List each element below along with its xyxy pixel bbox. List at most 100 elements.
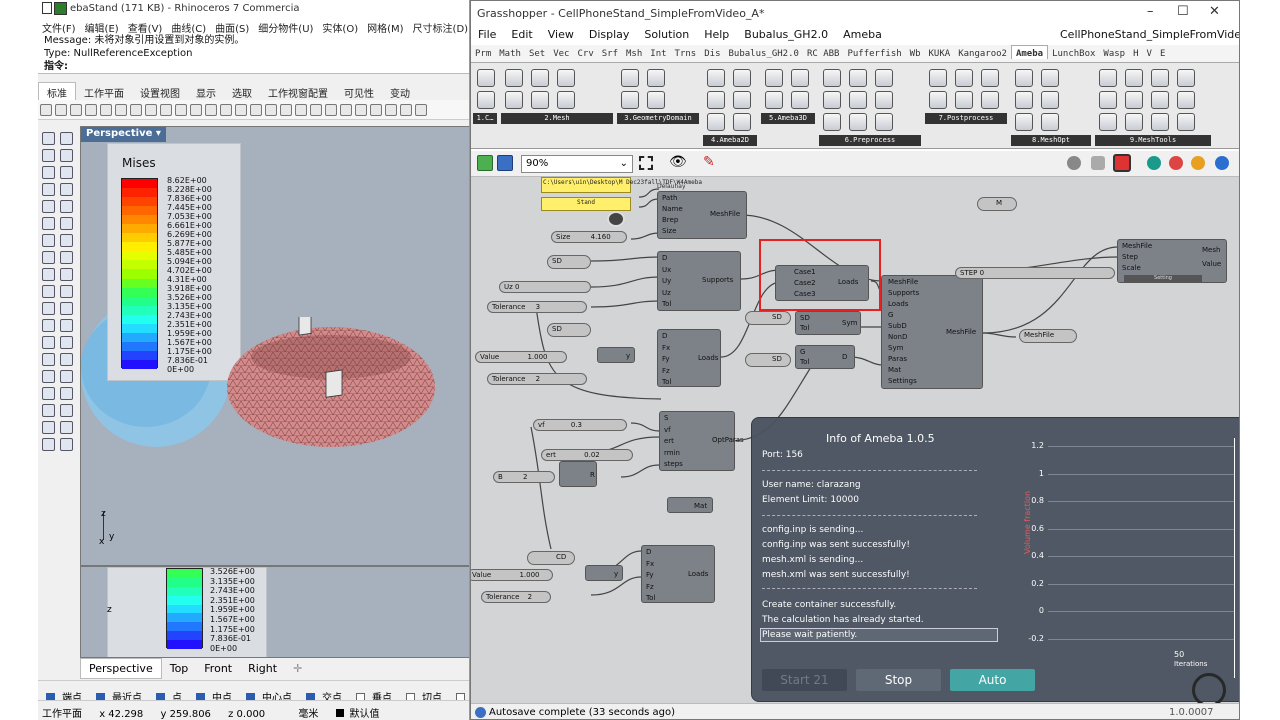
modeling-tool-icon[interactable] (42, 404, 55, 417)
display-icon[interactable] (1215, 156, 1229, 170)
ameba-tool-icon[interactable] (929, 91, 947, 109)
input-port[interactable]: Name (662, 205, 683, 213)
stop-button[interactable]: Stop (856, 669, 941, 691)
ameba-tool-icon[interactable] (823, 69, 841, 87)
input-port[interactable]: G (800, 348, 805, 356)
modeling-tool-icon[interactable] (60, 217, 73, 230)
minimize-icon[interactable]: – (1147, 4, 1154, 19)
ameba-tool-icon[interactable] (791, 69, 809, 87)
meshfile-node[interactable]: Path Name Brep Size MeshFile (657, 191, 747, 239)
ameba-tool-icon[interactable] (849, 113, 867, 131)
modeling-tool-icon[interactable] (60, 387, 73, 400)
tolerance-slider-1[interactable]: Tolerance 3 (487, 301, 587, 313)
ameba-tool-icon[interactable] (765, 91, 783, 109)
viewport-title[interactable]: Perspective ▾ (81, 127, 166, 142)
ameba-tool-icon[interactable] (955, 91, 973, 109)
modeling-tool-icon[interactable] (42, 319, 55, 332)
step-slider[interactable]: STEP 0 (955, 267, 1115, 279)
rhino-menu-item[interactable]: 细分物件(U) (258, 20, 313, 35)
toolbar-tool-icon[interactable] (385, 104, 397, 116)
input-port[interactable]: Mat (888, 366, 901, 374)
input-port[interactable]: D (662, 254, 667, 262)
open-file-icon[interactable] (477, 155, 493, 171)
toolbar-tab[interactable]: 标准 (38, 82, 76, 102)
modeling-tool-icon[interactable] (60, 336, 73, 349)
modeling-tool-icon[interactable] (42, 183, 55, 196)
ameba-tool-icon[interactable] (1151, 91, 1169, 109)
input-port[interactable]: Tol (800, 358, 809, 366)
render-icon[interactable] (1191, 156, 1205, 170)
setting-node[interactable]: MeshFile Step Scale Mesh Value Setting (1117, 239, 1227, 283)
modeling-tool-icon[interactable] (42, 200, 55, 213)
gh-tab[interactable]: Bubalus_GH2.0 (725, 46, 803, 59)
toolbar-tool-icon[interactable] (400, 104, 412, 116)
toolbar-tool-icon[interactable] (340, 104, 352, 116)
viewport-tab[interactable]: Perspective (80, 658, 162, 679)
maximize-icon[interactable]: ☐ (1177, 4, 1189, 19)
toolbar-tool-icon[interactable] (130, 104, 142, 116)
start-button[interactable]: Start 21 (762, 669, 847, 691)
ameba-tool-icon[interactable] (765, 69, 783, 87)
modeling-tool-icon[interactable] (60, 132, 73, 145)
ameba-tool-icon[interactable] (1177, 69, 1195, 87)
ameba-tool-icon[interactable] (823, 91, 841, 109)
input-port[interactable]: Fx (646, 560, 654, 568)
modeling-tool-icon[interactable] (60, 438, 73, 451)
ameba-tool-icon[interactable] (1041, 113, 1059, 131)
gh-tab[interactable]: Dis (700, 46, 724, 59)
rhino-menu-item[interactable]: 实体(O) (322, 20, 358, 35)
ameba-tool-icon[interactable] (505, 91, 523, 109)
command-prompt[interactable]: 指令: (44, 60, 464, 73)
toolbar-tool-icon[interactable] (100, 104, 112, 116)
modeling-tool-icon[interactable] (60, 268, 73, 281)
rhino-menu-item[interactable]: 曲线(C) (171, 20, 206, 35)
viewport-tab[interactable]: Top (162, 659, 197, 678)
input-port[interactable]: MeshFile (1122, 242, 1152, 250)
gh-tab[interactable]: Set (525, 46, 549, 59)
tolerance-slider-3[interactable]: Tolerance 2 (481, 591, 551, 603)
modeling-tool-icon[interactable] (60, 404, 73, 417)
wireframe-icon[interactable] (1091, 156, 1105, 170)
gh-menu-item[interactable]: Edit (511, 28, 532, 41)
ameba-tool-icon[interactable] (1125, 69, 1143, 87)
modeling-tool-icon[interactable] (60, 421, 73, 434)
input-port[interactable]: SubD (888, 322, 907, 330)
input-port[interactable]: Fy (646, 571, 654, 579)
gh-tab[interactable]: Srf (598, 46, 622, 59)
value-slider-2[interactable]: Value 1.000 (471, 569, 553, 581)
modeling-tool-icon[interactable] (42, 234, 55, 247)
brep-param-icon[interactable] (607, 211, 625, 227)
modeling-tool-icon[interactable] (60, 166, 73, 179)
ameba-tool-icon[interactable] (1125, 91, 1143, 109)
rhino-menu-item[interactable]: 尺寸标注(D) (413, 20, 469, 35)
b-slider[interactable]: B 2 (493, 471, 555, 483)
gh-menu-item[interactable]: Bubalus_GH2.0 (744, 28, 828, 41)
input-port[interactable]: Ux (662, 266, 671, 274)
meshfile-param[interactable]: MeshFile (1019, 329, 1077, 343)
modeling-tool-icon[interactable] (60, 149, 73, 162)
input-port[interactable]: G (888, 311, 893, 319)
modeling-tool-icon[interactable] (42, 353, 55, 366)
rhino-menu-item[interactable]: 文件(F) (42, 20, 76, 35)
sd-param-4[interactable]: SD (547, 323, 591, 337)
toolbar-tool-icon[interactable] (310, 104, 322, 116)
sketch-pen-icon[interactable]: ✎ (703, 154, 715, 170)
viewport-tab[interactable]: Right (240, 659, 285, 678)
modeling-tool-icon[interactable] (42, 421, 55, 434)
ameba-tool-icon[interactable] (1099, 91, 1117, 109)
ameba-tool-icon[interactable] (647, 69, 665, 87)
m-param[interactable]: M (977, 197, 1017, 211)
gh-canvas[interactable]: C:\Users\uin\Desktop\M Dec23fall\TDF\W4A… (471, 177, 1239, 703)
ameba-tool-icon[interactable] (1099, 69, 1117, 87)
colour-icon[interactable] (1169, 156, 1183, 170)
toolbar-tool-icon[interactable] (265, 104, 277, 116)
input-port[interactable]: Tol (800, 324, 809, 332)
zoom-extents-icon[interactable] (639, 156, 653, 170)
input-port[interactable]: steps (664, 460, 683, 468)
gh-menu-item[interactable]: Display (589, 28, 630, 41)
ameba-tool-icon[interactable] (875, 113, 893, 131)
xy-node-1[interactable]: y (597, 347, 635, 363)
input-port[interactable]: Tol (662, 378, 671, 386)
input-port[interactable]: Brep (662, 216, 678, 224)
gh-tab[interactable]: Wb (906, 46, 925, 59)
